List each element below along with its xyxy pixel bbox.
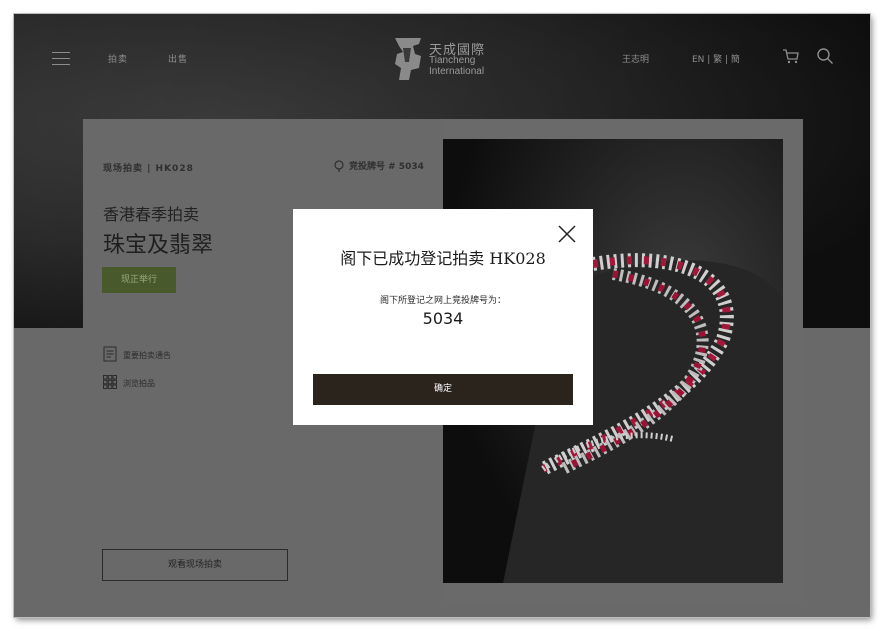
modal-title-sale-code: HK028 xyxy=(489,249,546,268)
paddle-number-value: 5034 xyxy=(422,309,464,328)
modal-title: 阁下已成功登记拍卖 HK028 xyxy=(293,245,593,269)
modal-title-text: 阁下已成功登记拍卖 xyxy=(340,249,485,268)
confirm-button[interactable]: 确定 xyxy=(313,374,573,405)
registration-success-modal: 阁下已成功登记拍卖 HK028 阁下所登记之网上竞投牌号为： 5034 确定 xyxy=(293,209,593,425)
paddle-number-caption: 阁下所登记之网上竞投牌号为： xyxy=(379,296,506,306)
browser-window: 拍卖 出售 天成國際 Tiancheng International 王志明 E… xyxy=(14,14,870,617)
close-icon[interactable] xyxy=(556,223,578,245)
